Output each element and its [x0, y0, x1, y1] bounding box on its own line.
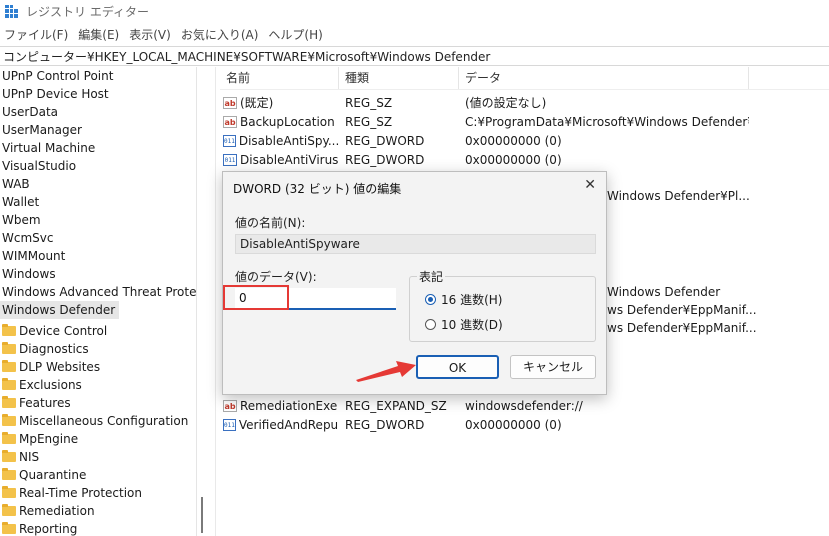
tree-child-item[interactable]: Reporting — [0, 520, 196, 536]
string-value-icon: ab — [223, 399, 237, 412]
address-path: コンピューター¥HKEY_LOCAL_MACHINE¥SOFTWARE¥Micr… — [3, 49, 491, 64]
folder-icon — [2, 450, 16, 462]
column-header-type[interactable]: 種類 — [339, 67, 459, 89]
annotation-arrow-icon — [356, 361, 416, 382]
tree-item[interactable]: UPnP Control Point — [0, 67, 196, 85]
tree-item[interactable]: Virtual Machine — [0, 139, 196, 157]
partial-data: Windows Defender¥Pl... — [607, 189, 750, 203]
ok-button[interactable]: OK — [416, 355, 499, 379]
dword-value-icon: 011 — [223, 153, 237, 166]
tree-item-selected[interactable]: Windows Defender — [0, 301, 120, 319]
folder-icon — [2, 468, 16, 480]
menu-view[interactable]: 表示(V) — [125, 26, 177, 43]
tree-child-item[interactable]: MpEngine — [0, 430, 196, 448]
value-name-label: 値の名前(N): — [235, 216, 306, 230]
radio-decimal[interactable]: 10 進数(D) — [425, 316, 503, 333]
tree-child-item[interactable]: Remediation — [0, 502, 196, 520]
tree-item[interactable]: UserManager — [0, 121, 196, 139]
column-header-name[interactable]: 名前 — [220, 67, 339, 89]
tree-item[interactable]: VisualStudio — [0, 157, 196, 175]
tree-child-item[interactable]: Exclusions — [0, 376, 196, 394]
tree-child-item[interactable]: Miscellaneous Configuration — [0, 412, 196, 430]
tree-item[interactable]: Wallet — [0, 193, 196, 211]
folder-icon — [2, 360, 16, 372]
tree-item[interactable]: Windows — [0, 265, 196, 283]
tree-item[interactable]: Wbem — [0, 211, 196, 229]
table-row[interactable]: ab BackupLocation REG_SZ C:¥ProgramData¥M… — [220, 112, 829, 131]
value-data-label: 値のデータ(V): — [235, 270, 317, 284]
tree-item[interactable]: UserData — [0, 103, 196, 121]
partial-data: Windows Defender — [607, 285, 721, 299]
folder-icon — [2, 504, 16, 516]
tree-child-item[interactable]: NIS — [0, 448, 196, 466]
window-title: レジストリ エディター — [26, 4, 149, 19]
folder-icon — [2, 486, 16, 498]
tree-item[interactable]: UPnP Device Host — [0, 85, 196, 103]
table-row[interactable]: 011 DisableAntiSpy... REG_DWORD 0x0000000… — [220, 131, 829, 150]
folder-icon — [2, 378, 16, 390]
list-header: 名前 種類 データ — [220, 67, 829, 90]
base-label: 表記 — [417, 268, 446, 285]
table-row[interactable]: 011 VerifiedAndRepu... REG_DWORD 0x000000… — [220, 415, 829, 434]
highlight-box — [223, 285, 289, 310]
dword-value-icon: 011 — [223, 134, 236, 147]
folder-icon — [2, 324, 16, 336]
menu-edit[interactable]: 編集(E) — [74, 26, 125, 43]
tree-item[interactable]: Windows Advanced Threat Protectio — [0, 283, 196, 301]
dialog-title: DWORD (32 ビット) 値の編集 — [233, 182, 402, 196]
tree-item[interactable]: WIMMount — [0, 247, 196, 265]
tree-scrollbar[interactable] — [201, 497, 203, 533]
table-row[interactable]: ab (既定) REG_SZ (値の設定なし) — [220, 93, 829, 112]
table-row[interactable]: ab RemediationExe REG_EXPAND_SZ windowsde… — [220, 396, 829, 415]
string-value-icon: ab — [223, 115, 237, 128]
close-icon[interactable]: ✕ — [584, 177, 596, 193]
title-bar: レジストリ エディター — [0, 0, 829, 22]
folder-icon — [2, 414, 16, 426]
tree-child-item[interactable]: Real-Time Protection — [0, 484, 196, 502]
tree-item[interactable]: WAB — [0, 175, 196, 193]
tree-child-item[interactable]: DLP Websites — [0, 358, 196, 376]
dword-value-icon: 011 — [223, 418, 236, 431]
tree-child-item[interactable]: Device Control — [0, 322, 196, 340]
tree-child-item[interactable]: Diagnostics — [0, 340, 196, 358]
menu-help[interactable]: ヘルプ(H) — [264, 26, 328, 43]
folder-icon — [2, 342, 16, 354]
tree-child-item[interactable]: Quarantine — [0, 466, 196, 484]
pane-splitter[interactable] — [215, 67, 216, 536]
folder-icon — [2, 432, 16, 444]
cancel-button[interactable]: キャンセル — [510, 355, 596, 379]
radio-hex[interactable]: 16 進数(H) — [425, 291, 502, 308]
string-value-icon: ab — [223, 96, 237, 109]
partial-data: ws Defender¥EppManif... — [607, 321, 757, 335]
tree-child-item[interactable]: Features — [0, 394, 196, 412]
column-header-data[interactable]: データ — [459, 67, 749, 89]
radio-selected-icon — [425, 294, 436, 305]
menu-file[interactable]: ファイル(F) — [0, 26, 74, 43]
menu-favorites[interactable]: お気に入り(A) — [177, 26, 265, 43]
partial-data: ws Defender¥EppManif... — [607, 303, 757, 317]
address-bar[interactable]: コンピューター¥HKEY_LOCAL_MACHINE¥SOFTWARE¥Micr… — [0, 46, 829, 66]
value-name-field: DisableAntiSpyware — [235, 234, 596, 254]
table-row[interactable]: 011 DisableAntiVirus REG_DWORD 0x00000000… — [220, 150, 829, 169]
tree-item[interactable]: WcmSvc — [0, 229, 196, 247]
folder-icon — [2, 522, 16, 534]
folder-icon — [2, 396, 16, 408]
radio-unselected-icon — [425, 319, 436, 330]
menu-bar: ファイル(F) 編集(E) 表示(V) お気に入り(A) ヘルプ(H) — [0, 24, 329, 44]
registry-editor-icon — [5, 4, 18, 18]
key-tree: UPnP Control Point UPnP Device Host User… — [0, 67, 197, 536]
